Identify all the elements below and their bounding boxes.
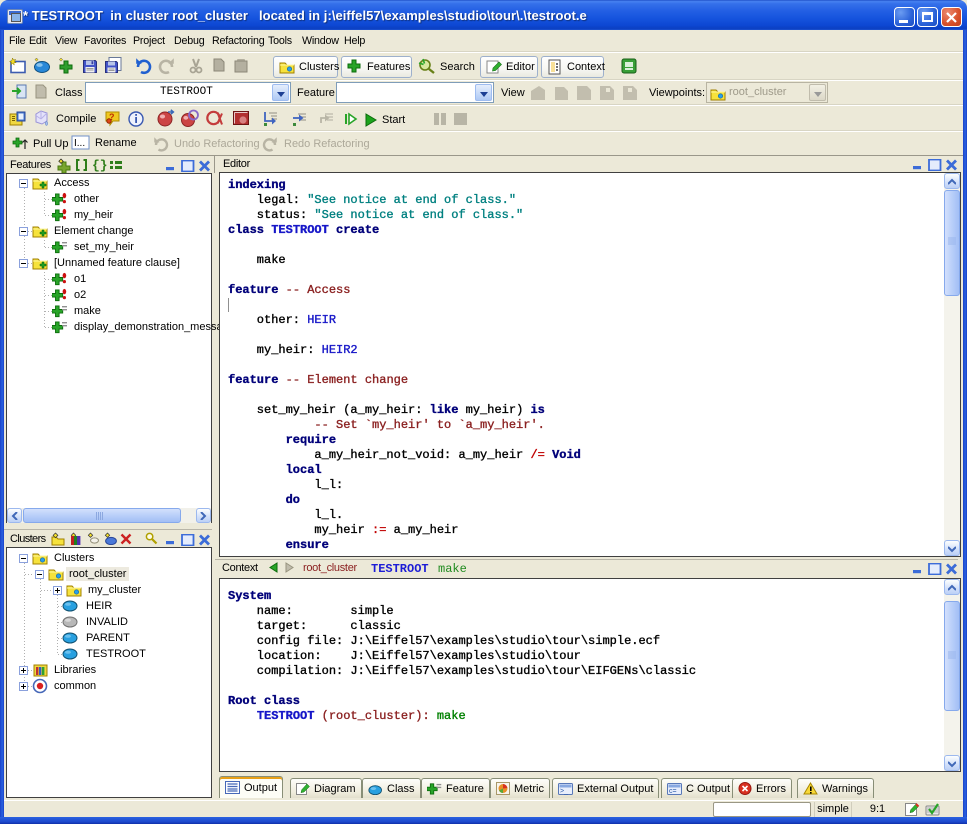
svg-text:{}: {} xyxy=(92,158,107,172)
svg-text:>_: >_ xyxy=(560,788,568,795)
svg-text:c=: c= xyxy=(669,788,677,795)
svg-text:I...: I... xyxy=(74,138,85,149)
